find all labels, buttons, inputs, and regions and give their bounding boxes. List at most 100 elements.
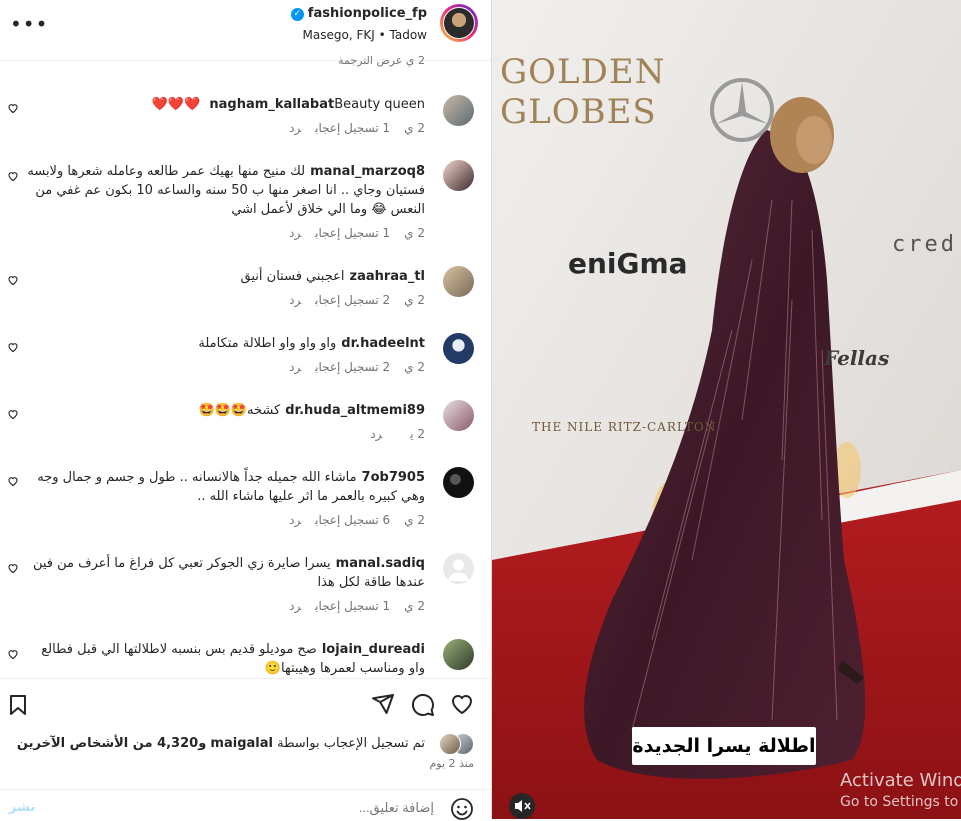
emoji-icon[interactable] [450, 797, 474, 821]
comment-body: dr.huda_altmemi89 كشخه🤩🤩🤩 [25, 401, 425, 420]
muted-speaker-glyph [515, 800, 531, 812]
post-actions: تم تسجيل الإعجاب بواسطة maigalal و4,320 … [0, 678, 491, 820]
face [796, 116, 832, 164]
comment-body: manal.sadiqيسرا صايرة زي الجوكر تعبي كل … [25, 554, 425, 592]
comment-text: كشخه🤩🤩🤩 [198, 403, 281, 418]
post-detail-panel: ••• ✓ fashionpolice_fp Masego, FKJ • Tado… [0, 0, 492, 820]
comment-body: nagham_kallabatBeauty queen ❤️❤️❤️ [25, 95, 425, 114]
reply-button[interactable]: رد [289, 599, 301, 613]
commenter-avatar[interactable] [443, 467, 474, 498]
add-comment-row: نشر [0, 789, 491, 821]
video-caption: اطلالة يسرا الجديدة [632, 727, 816, 765]
comment-time: 2 ي [404, 360, 425, 374]
heart-icon[interactable] [7, 102, 19, 114]
separator-dot: • [378, 28, 390, 42]
comment-body: lojain_dureadiصح موديلو قديم بس بنسبه لا… [25, 640, 425, 678]
comment-likes[interactable]: 2 تسجيل إعجاب [315, 293, 390, 307]
liker-avatar [439, 733, 461, 755]
commenter-avatar[interactable] [443, 553, 474, 584]
comment-meta: 2 ي 1 تسجيل إعجاب رد [275, 226, 425, 240]
comment-time: 2 ي [404, 293, 425, 307]
post-header: ••• ✓ fashionpolice_fp Masego, FKJ • Tado… [0, 0, 491, 61]
comment-username[interactable]: nagham_kallabat [209, 97, 334, 112]
heart-icon[interactable] [7, 562, 19, 574]
comment-body: manal_marzoq8لك منيح منها بهيك عمر طالعه… [27, 162, 425, 219]
comment-text: واو واو واو اطلالة متكاملة [198, 336, 337, 351]
comment-likes[interactable]: 1 تسجيل إعجاب [315, 226, 390, 240]
commenter-avatar[interactable] [443, 95, 474, 126]
comment-body: 7ob7905ماشاء الله جميله جداً هالانسانه .… [25, 468, 425, 506]
caption-meta[interactable]: 2 ي عرض الترجمة [338, 56, 425, 67]
comment-body: zaahraa_tl اعجبني فستان أنيق [25, 267, 425, 286]
more-dots-icon[interactable]: ••• [10, 12, 48, 36]
heart-icon[interactable] [7, 274, 19, 286]
comment-likes[interactable]: 1 تسجيل إعجاب [315, 121, 390, 135]
bookmark-icon[interactable] [6, 693, 30, 717]
reply-button[interactable]: رد [289, 360, 301, 374]
commenter-avatar[interactable] [443, 333, 474, 364]
comment-username[interactable]: manal_marzoq8 [310, 164, 425, 179]
heart-icon[interactable] [7, 408, 19, 420]
audio-title: Tadow [389, 28, 427, 42]
comment-username[interactable]: lojain_dureadi [322, 642, 425, 657]
heart-icon[interactable] [7, 648, 19, 660]
comment-meta: 2 ي 1 تسجيل إعجاب رد [275, 121, 425, 135]
commenter-avatar[interactable] [443, 639, 474, 670]
liker-username[interactable]: maigalal [210, 736, 273, 751]
comment-username[interactable]: dr.hadeelnt [341, 336, 425, 351]
comment-time: 2 ي [404, 121, 425, 135]
comment-likes[interactable]: 2 تسجيل إعجاب [315, 360, 390, 374]
comment-body: dr.hadeelnt واو واو واو اطلالة متكاملة [25, 334, 425, 353]
video-player[interactable]: GOLDEN GLOBES eniGma THE NILE RITZ-CARLT… [492, 0, 961, 819]
reply-button[interactable]: رد [289, 226, 301, 240]
share-icon[interactable] [371, 692, 395, 716]
commenter-avatar[interactable] [443, 400, 474, 431]
commenter-avatar[interactable] [443, 266, 474, 297]
comment-meta: 2 ي 2 تسجيل إعجاب رد [275, 360, 425, 374]
comment-time: 2 ي [404, 513, 425, 527]
credit-sign: cred [892, 232, 957, 257]
comment-time: 2 ي [404, 599, 425, 613]
comment-likes[interactable]: 6 تسجيل إعجاب [315, 513, 390, 527]
watermark-line1: Activate Windows [840, 770, 961, 791]
author-username[interactable]: ✓ fashionpolice_fp [290, 6, 427, 21]
muted-speaker-icon[interactable] [509, 793, 535, 819]
watermark-line2: Go to Settings to activate Windows. [840, 794, 961, 810]
post-time[interactable]: منذ 2 يوم [429, 757, 474, 770]
comment-username[interactable]: zaahraa_tl [350, 269, 426, 284]
reply-button[interactable]: رد [370, 427, 382, 441]
comment-meta: 2 ي 2 تسجيل إعجاب رد [275, 293, 425, 307]
post-button[interactable]: نشر [9, 800, 35, 815]
default-avatar-icon [448, 559, 469, 581]
heart-icon[interactable] [7, 170, 19, 182]
heart-icon[interactable] [7, 341, 19, 353]
enigma-sign: eniGma [568, 247, 688, 280]
comment-likes[interactable]: 1 تسجيل إعجاب [315, 599, 390, 613]
comments-list[interactable]: 2 ي عرض الترجمة nagham_kallabatBeauty qu… [0, 56, 491, 678]
comment-icon[interactable] [411, 693, 435, 717]
comment-username[interactable]: dr.huda_altmemi89 [285, 403, 425, 418]
heart-icon[interactable] [450, 692, 474, 716]
audio-line[interactable]: Masego, FKJ • Tadow [303, 28, 427, 42]
comment-meta: 2 ي 6 تسجيل إعجاب رد [275, 513, 425, 527]
reply-button[interactable]: رد [289, 293, 301, 307]
comment-time: 2 ي [410, 427, 425, 441]
comment-meta: 2 ي رد [356, 427, 425, 441]
nile-ritz-sign: THE NILE RITZ-CARLTON [532, 420, 717, 434]
likes-summary[interactable]: تم تسجيل الإعجاب بواسطة maigalal و4,320 … [17, 736, 425, 751]
author-avatar[interactable] [440, 4, 478, 42]
comment-username[interactable]: 7ob7905 [362, 470, 425, 485]
golden-globes-sign: GOLDEN GLOBES [500, 52, 666, 132]
likers-avatars[interactable] [434, 733, 474, 755]
commenter-avatar[interactable] [443, 160, 474, 191]
verified-badge-icon: ✓ [290, 8, 304, 21]
comment-input[interactable] [70, 799, 436, 816]
author-username-text: fashionpolice_fp [307, 6, 427, 21]
comment-username[interactable]: manal.sadiq [336, 556, 425, 571]
likes-count[interactable]: و4,320 من الأشخاص الآخرين [17, 736, 206, 751]
audio-artist: Masego, FKJ [302, 28, 375, 42]
comment-meta: 2 ي 1 تسجيل إعجاب رد [275, 599, 425, 613]
reply-button[interactable]: رد [289, 121, 301, 135]
reply-button[interactable]: رد [289, 513, 301, 527]
heart-icon[interactable] [7, 475, 19, 487]
